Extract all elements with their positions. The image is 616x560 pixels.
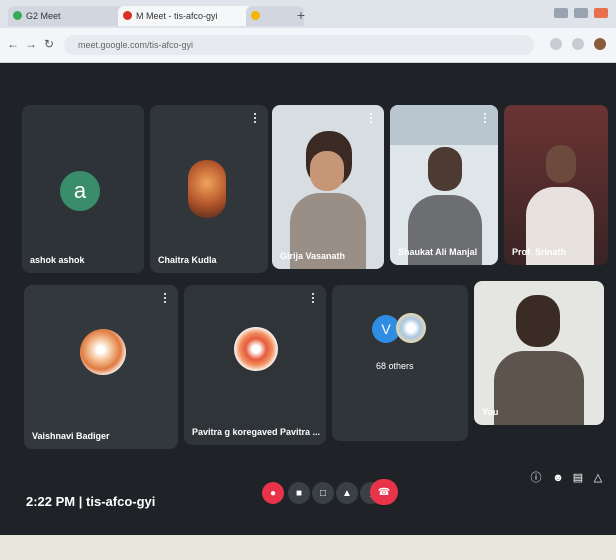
captions-icon: □ <box>319 487 327 499</box>
participant-face <box>310 151 344 191</box>
participant-tile[interactable]: Chaitra Kudla <box>150 105 268 273</box>
maximize-button[interactable] <box>574 8 588 18</box>
tab-label: M Meet - tis-afco-gyi <box>136 11 218 21</box>
new-tab-button[interactable]: + <box>292 6 310 24</box>
camera-icon: ■ <box>295 487 303 499</box>
self-view-tile[interactable]: You <box>474 281 604 425</box>
url-input[interactable]: meet.google.com/tis-afco-gyi <box>64 35 534 55</box>
participant-tile[interactable]: Girija Vasanath <box>272 105 384 269</box>
back-icon[interactable]: ← <box>6 37 20 51</box>
window-controls <box>554 8 608 18</box>
browser-tab-bar: G2 Meet M Meet - tis-afco-gyi + <box>0 0 616 28</box>
avatar: a <box>60 171 100 211</box>
star-icon[interactable] <box>550 38 562 50</box>
meeting-time-and-code: 2:22 PM | tis-afco-gyi <box>26 494 155 509</box>
participant-name: Shaukat Ali Manjal <box>398 247 478 257</box>
tab-meet-active[interactable]: M Meet - tis-afco-gyi <box>118 6 256 26</box>
others-count: 68 others <box>376 361 414 371</box>
present-button[interactable]: ▲ <box>336 482 358 504</box>
avatar-letter: V <box>381 321 391 337</box>
participant-body <box>494 351 584 425</box>
mic-off-button[interactable]: ● <box>262 482 284 504</box>
leave-call-button[interactable]: ☎ <box>370 479 398 505</box>
captions-button[interactable]: □ <box>312 482 334 504</box>
participant-name: Girija Vasanath <box>280 251 346 261</box>
meeting-code: tis-afco-gyi <box>86 494 156 509</box>
avatar <box>234 327 278 371</box>
close-window-button[interactable] <box>594 8 608 18</box>
participant-name: Prof. Srinath <box>512 247 567 257</box>
participant-name: You <box>482 407 499 417</box>
participant-tile[interactable]: Vaishnavi Badiger <box>24 285 178 449</box>
participant-name: Pavitra g koregaved Pavitra ... <box>192 427 321 437</box>
participant-tile[interactable]: Pavitra g koregaved Pavitra ... <box>184 285 326 445</box>
avatar <box>80 329 126 375</box>
participant-name: Chaitra Kudla <box>158 255 217 265</box>
participant-tile[interactable]: Shaukat Ali Manjal <box>390 105 498 265</box>
room-background <box>390 105 498 145</box>
avatar <box>188 160 226 218</box>
tab-meet-1[interactable]: G2 Meet <box>8 6 126 26</box>
address-bar-row: ← → ↻ meet.google.com/tis-afco-gyi <box>0 28 616 63</box>
browser-actions <box>550 38 606 50</box>
mic-off-icon: ● <box>269 487 277 499</box>
avatar <box>396 313 426 343</box>
extensions-icon[interactable] <box>572 38 584 50</box>
more-options-icon[interactable] <box>312 293 318 303</box>
participant-name: Vaishnavi Badiger <box>32 431 110 441</box>
people-icon[interactable]: ☻ <box>550 470 566 486</box>
chat-icon[interactable]: ▤ <box>570 470 586 486</box>
meet-favicon-icon <box>13 11 22 20</box>
end-call-icon: ☎ <box>377 486 391 498</box>
more-options-icon[interactable] <box>254 113 260 123</box>
participant-face <box>428 147 462 191</box>
separator: | <box>78 494 83 509</box>
gmail-favicon-icon <box>123 11 132 20</box>
tab-label: G2 Meet <box>26 11 61 21</box>
meeting-area: a ashok ashok Chaitra Kudla Girija Vasan… <box>0 63 616 560</box>
profile-avatar[interactable] <box>594 38 606 50</box>
participant-tile[interactable]: V 68 others <box>332 285 468 441</box>
participant-name: ashok ashok <box>30 255 85 265</box>
more-options-icon[interactable] <box>164 293 170 303</box>
tab-favicon-icon <box>251 11 260 20</box>
activities-icon[interactable]: △ <box>590 470 606 486</box>
forward-icon[interactable]: → <box>24 37 38 51</box>
reload-icon[interactable]: ↻ <box>42 37 56 51</box>
more-options-icon[interactable] <box>370 113 376 123</box>
minimize-button[interactable] <box>554 8 568 18</box>
camera-button[interactable]: ■ <box>288 482 310 504</box>
more-options-icon[interactable] <box>484 113 490 123</box>
present-icon: ▲ <box>342 487 352 499</box>
participant-face <box>516 295 560 347</box>
avatar-letter: a <box>73 178 87 203</box>
participant-face <box>546 145 576 183</box>
meeting-time: 2:22 PM <box>26 494 76 509</box>
participant-tile[interactable]: Prof. Srinath <box>504 105 608 265</box>
participant-tile[interactable]: a ashok ashok <box>22 105 144 273</box>
info-icon[interactable]: ⓘ <box>528 470 544 486</box>
desktop-taskbar <box>0 535 616 560</box>
